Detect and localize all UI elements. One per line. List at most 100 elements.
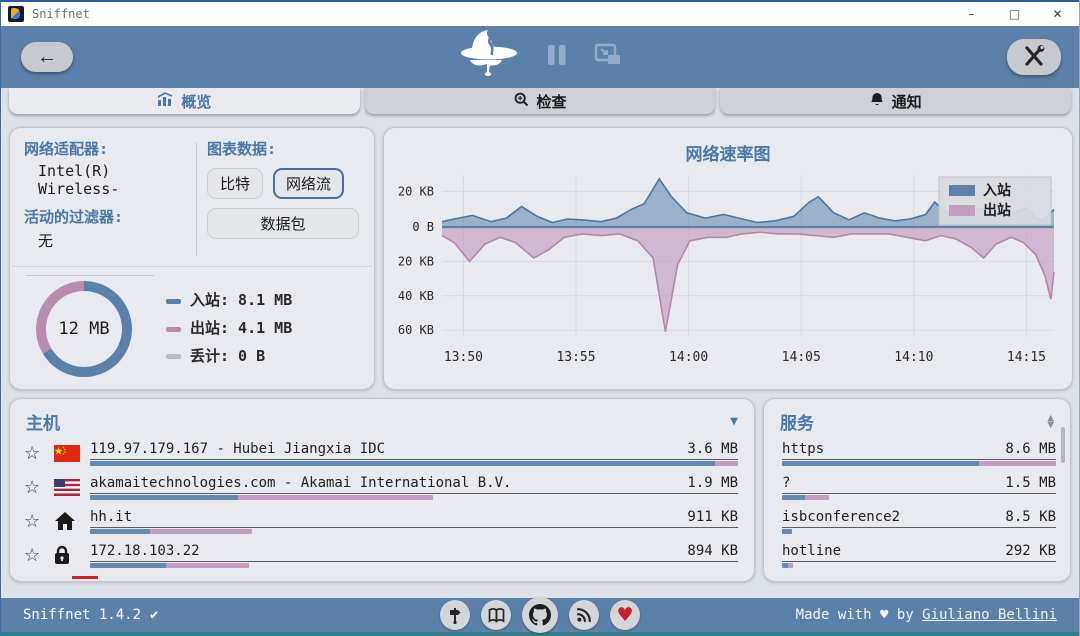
- favorite-star-icon[interactable]: ☆: [24, 477, 54, 498]
- row-body: akamaitechnologies.com - Akamai Internat…: [90, 472, 738, 502]
- main-content: 网络适配器: Intel(R) Wireless- 活动的过滤器: 无 图表数据…: [1, 118, 1079, 582]
- svg-text:20 KB: 20 KB: [398, 254, 434, 268]
- services-panel: 服务 ▲▼ https8.6 MB? 1.5 MB isbconference28.…: [763, 398, 1071, 582]
- hosts-panel: 主机 ▼ ☆119.97.179.167 - Hubei Jiangxia ID…: [9, 398, 755, 582]
- maximize-button[interactable]: □: [993, 2, 1036, 26]
- tab-notifications[interactable]: 通知: [720, 88, 1071, 114]
- legend-swatch: [166, 299, 181, 304]
- github-icon: [529, 604, 551, 626]
- host-row[interactable]: ☆ 119.97.179.167 - Hubei Jiangxia IDC 3.6 …: [10, 436, 754, 470]
- row-name: hh.it: [90, 509, 132, 525]
- row-underline: [782, 459, 1056, 460]
- traffic-bar: [90, 461, 738, 466]
- footer: Sniffnet 1.4.2 ✔: [1, 598, 1079, 636]
- row-body: hotline 292 KB: [782, 540, 1056, 570]
- row-underline: [782, 493, 1056, 494]
- lock-icon: [54, 545, 90, 565]
- docs-button[interactable]: [481, 600, 511, 630]
- back-button[interactable]: ←: [21, 42, 73, 72]
- author-link[interactable]: Giuliano Bellini: [922, 607, 1057, 623]
- adapter-value: Intel(R) Wireless-: [24, 159, 194, 208]
- svg-text:40 KB: 40 KB: [398, 289, 434, 303]
- favorite-star-icon[interactable]: ☆: [24, 443, 54, 464]
- flag-cn-icon: [54, 445, 90, 462]
- row-size: 292 KB: [1005, 543, 1056, 559]
- pause-icon[interactable]: [546, 43, 568, 71]
- tab-notifications-label: 通知: [892, 91, 922, 112]
- incoming-bar-segment: [90, 495, 238, 500]
- outgoing-bar-segment: [238, 495, 434, 500]
- settings-button[interactable]: [1007, 39, 1061, 75]
- favorite-star-icon[interactable]: ☆: [24, 511, 54, 532]
- sponsor-button[interactable]: ♥: [610, 600, 640, 630]
- hosts-sort-dropdown-icon[interactable]: ▼: [730, 414, 738, 429]
- chart-source-label: 图表数据:: [207, 140, 360, 159]
- row-name: https: [782, 441, 824, 457]
- host-row[interactable]: ☆ hh.it911 KB: [10, 504, 754, 538]
- row-body: https8.6 MB: [782, 438, 1056, 468]
- traffic-bar: [782, 461, 1056, 466]
- incoming-bar-segment: [782, 495, 805, 500]
- divider: [196, 142, 197, 256]
- book-icon: [488, 608, 505, 623]
- legend-text: 出站: 4.1 MB: [190, 315, 292, 343]
- row-size: 1.5 MB: [1005, 475, 1056, 491]
- legend-swatch: [166, 327, 181, 332]
- credit-prefix: Made with: [796, 607, 872, 623]
- svg-text:13:55: 13:55: [556, 350, 595, 365]
- donut-legend: 入站: 8.1 MB出站: 4.1 MB丢计: 0 B: [166, 287, 292, 370]
- chart-legend: 入站出站: [939, 177, 1051, 225]
- traffic-bar: [90, 563, 249, 568]
- svg-text:20 KB: 20 KB: [398, 184, 434, 198]
- incoming-bar-segment: [90, 529, 150, 534]
- tab-overview[interactable]: 概览: [9, 88, 360, 114]
- row-size: 3.6 MB: [687, 441, 738, 457]
- adapter-label: 网络适配器:: [24, 140, 194, 159]
- filters-value: 无: [24, 227, 194, 261]
- row-size: 8.5 KB: [1005, 509, 1056, 525]
- row-name: hotline: [782, 543, 841, 559]
- traffic-bar: [782, 529, 792, 534]
- services-title: 服务: [780, 409, 814, 434]
- host-row[interactable]: ☆ akamaitechnologies.com - Akamai Interna…: [10, 470, 754, 504]
- service-row[interactable]: hotline 292 KB: [764, 538, 1070, 572]
- overview-panel: 网络适配器: Intel(R) Wireless- 活动的过滤器: 无 图表数据…: [9, 127, 375, 390]
- thumbnail-mode-icon[interactable]: [594, 43, 622, 71]
- tools-icon: [1021, 44, 1047, 71]
- favorite-star-icon[interactable]: ☆: [24, 545, 54, 566]
- service-row[interactable]: isbconference28.5 KB: [764, 504, 1070, 538]
- back-arrow-icon: ←: [37, 46, 57, 69]
- tab-inspect[interactable]: 检查: [365, 88, 716, 114]
- row-name: 119.97.179.167 - Hubei Jiangxia IDC: [90, 441, 385, 457]
- close-button[interactable]: ✕: [1036, 2, 1079, 26]
- service-row[interactable]: ? 1.5 MB: [764, 470, 1070, 504]
- outgoing-bar-segment: [150, 529, 252, 534]
- news-button[interactable]: [569, 600, 599, 630]
- row-underline: [90, 493, 738, 494]
- bits-button[interactable]: 比特: [207, 168, 263, 199]
- check-icon: ✔: [150, 607, 158, 623]
- outgoing-bar-segment: [788, 563, 793, 568]
- packets-button[interactable]: 数据包: [207, 208, 359, 239]
- row-name: 172.18.103.22: [90, 543, 200, 559]
- app-header: ←: [1, 26, 1079, 88]
- tab-overview-label: 概览: [181, 91, 211, 112]
- sniffnet-logo-icon: [458, 27, 520, 87]
- flows-button[interactable]: 网络流: [273, 168, 344, 199]
- row-body: hh.it911 KB: [90, 506, 738, 536]
- services-scrollbar[interactable]: [1061, 427, 1065, 463]
- svg-text:14:15: 14:15: [1007, 350, 1046, 365]
- services-sort-icon[interactable]: ▲▼: [1047, 415, 1054, 429]
- donut-legend-entry: 入站: 8.1 MB: [166, 287, 292, 315]
- row-size: 894 KB: [687, 543, 738, 559]
- host-row[interactable]: ☆ 172.18.103.22 894 KB: [10, 538, 754, 572]
- row-underline: [782, 527, 1056, 528]
- minimize-button[interactable]: –: [950, 2, 993, 26]
- service-row[interactable]: https8.6 MB: [764, 436, 1070, 470]
- row-name: ?: [782, 475, 790, 491]
- roadmap-button[interactable]: [440, 600, 470, 630]
- traffic-bar: [90, 529, 252, 534]
- home-icon: [54, 511, 90, 531]
- incoming-bar-segment: [90, 563, 166, 568]
- github-button[interactable]: [522, 597, 558, 633]
